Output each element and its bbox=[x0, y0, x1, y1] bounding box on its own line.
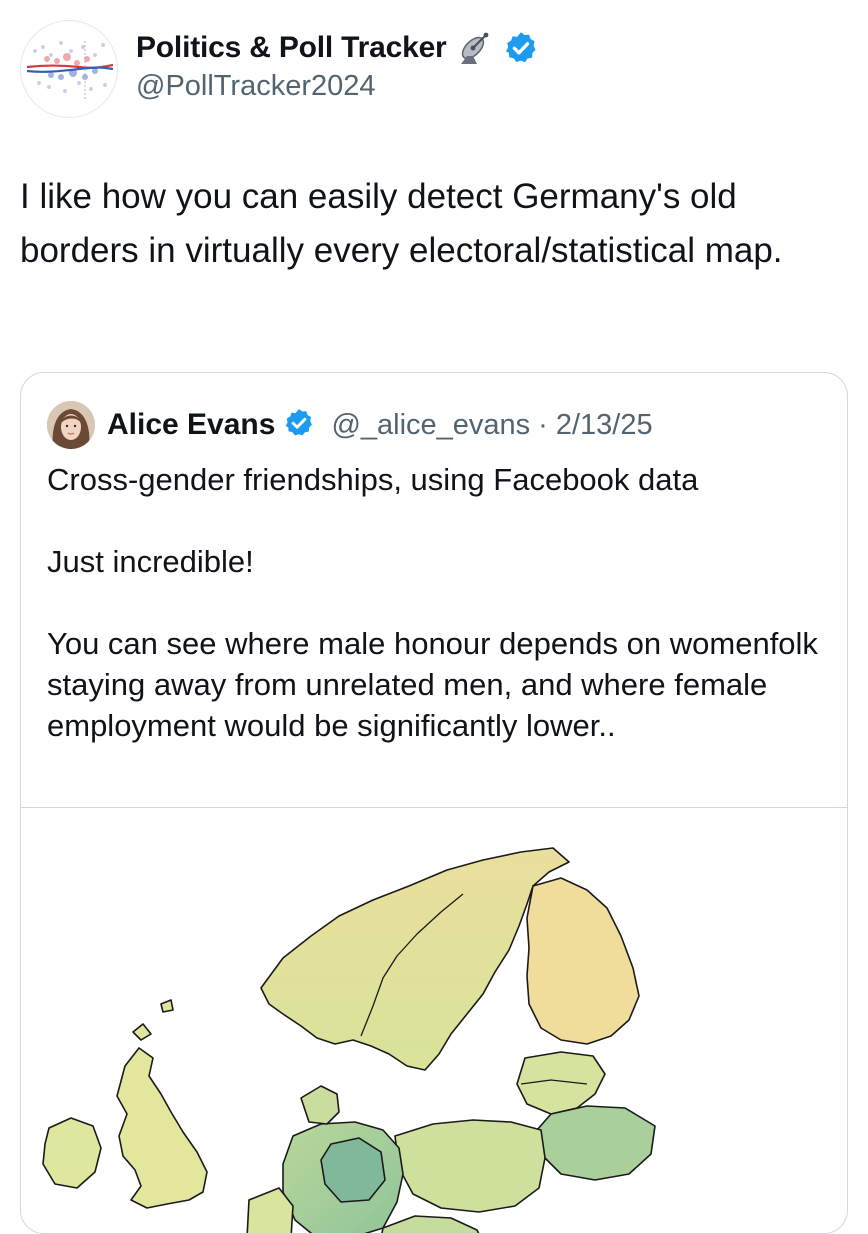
author-name-row[interactable]: Politics & Poll Tracker bbox=[136, 26, 539, 70]
quoted-author-avatar[interactable] bbox=[47, 401, 95, 449]
quoted-tweet-header: Alice Evans @_alice_evans · 2/13/25 bbox=[47, 401, 653, 449]
quoted-date[interactable]: 2/13/25 bbox=[556, 409, 653, 442]
verified-badge-icon[interactable] bbox=[503, 30, 539, 66]
quoted-paragraph: Cross-gender friendships, using Facebook… bbox=[47, 462, 699, 497]
quoted-author-handle[interactable]: @_alice_evans bbox=[331, 409, 530, 442]
satellite-antenna-icon bbox=[455, 28, 495, 68]
quoted-separator: · bbox=[538, 408, 548, 441]
quoted-author-name[interactable]: Alice Evans bbox=[107, 408, 275, 442]
author-handle[interactable]: @PollTracker2024 bbox=[136, 70, 376, 103]
quoted-paragraph: You can see where male honour depends on… bbox=[47, 626, 818, 743]
quoted-tweet-card[interactable]: Alice Evans @_alice_evans · 2/13/25 Cros… bbox=[20, 372, 848, 1234]
poll-chart-logo-icon bbox=[26, 41, 114, 101]
tweet-text: I like how you can easily detect Germany… bbox=[20, 177, 783, 270]
quoted-paragraph: Just incredible! bbox=[47, 544, 254, 579]
author-avatar[interactable] bbox=[20, 20, 118, 118]
author-name[interactable]: Politics & Poll Tracker bbox=[136, 31, 447, 65]
europe-map-image[interactable] bbox=[21, 807, 847, 1233]
verified-badge-icon[interactable] bbox=[283, 407, 319, 443]
quoted-tweet-text: Cross-gender friendships, using Facebook… bbox=[47, 459, 827, 746]
